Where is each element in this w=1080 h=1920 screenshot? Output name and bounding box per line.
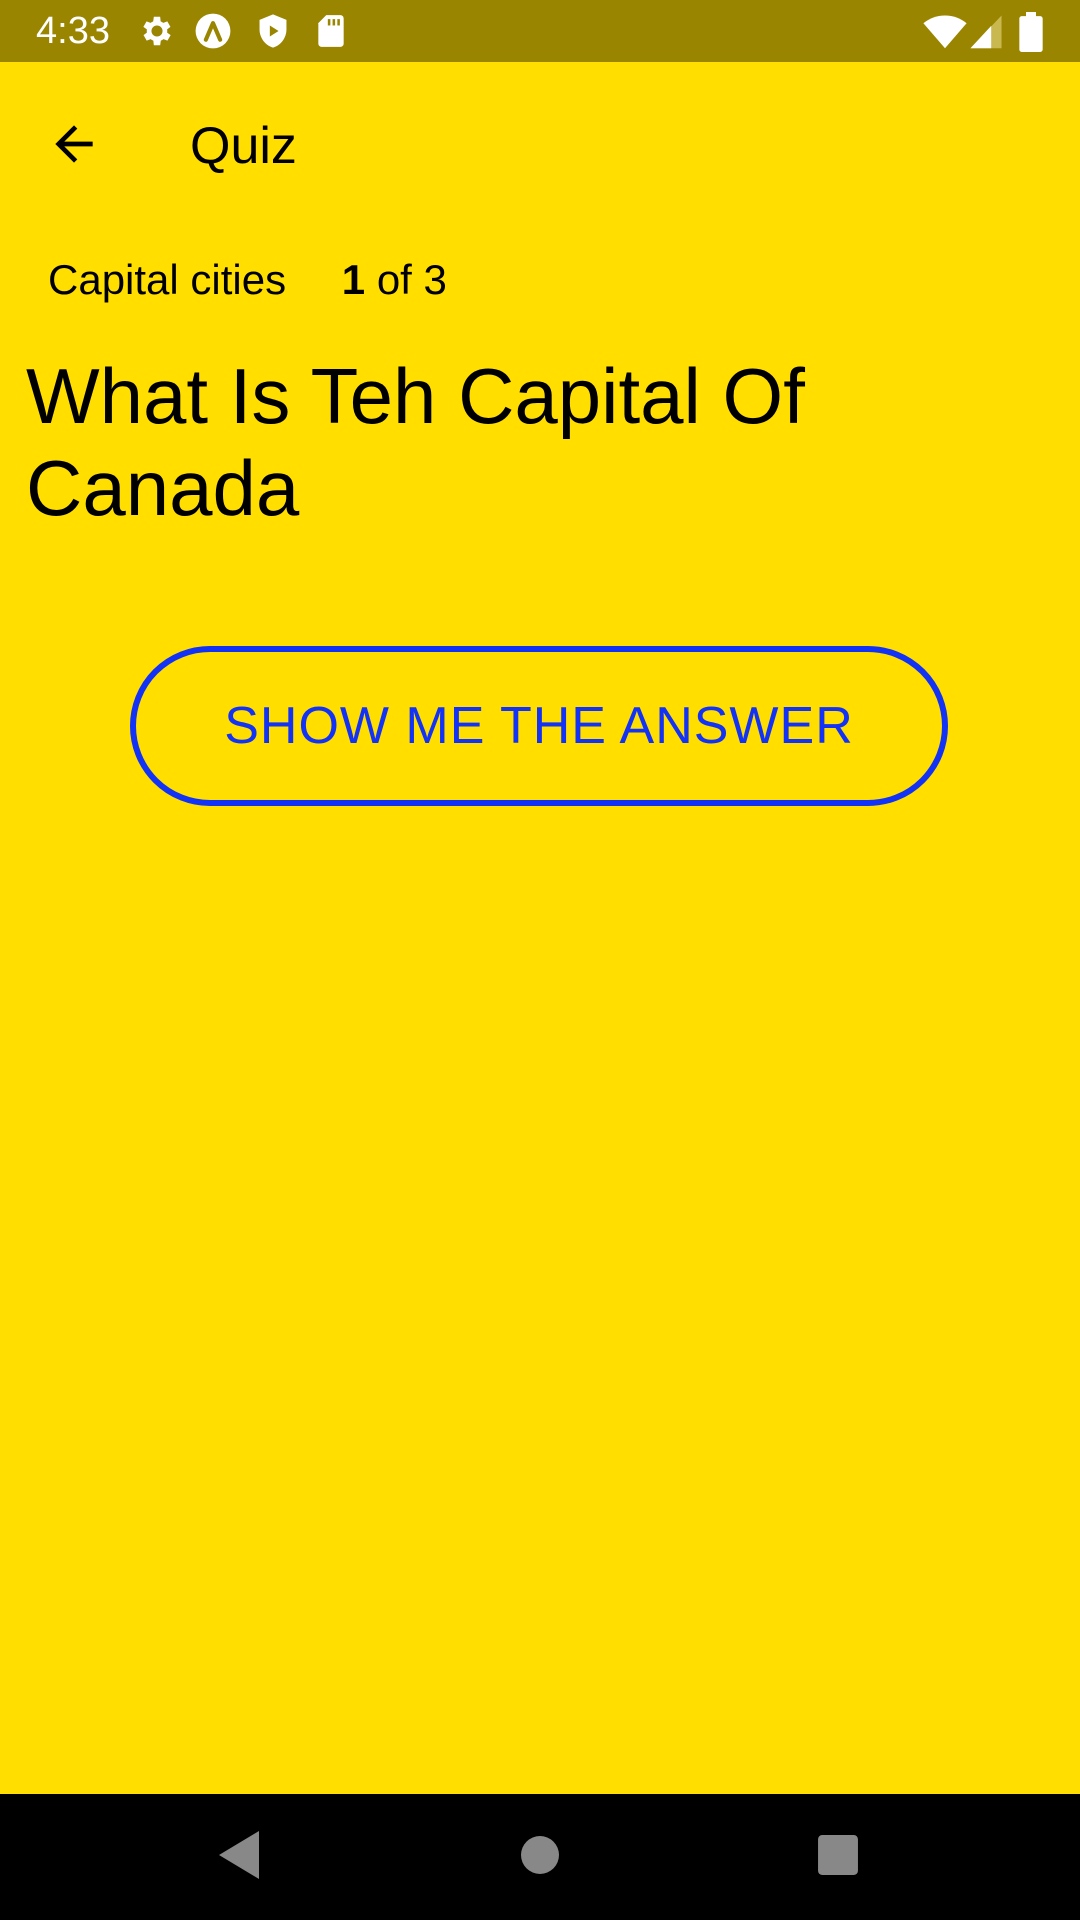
nav-back-icon bbox=[215, 1829, 263, 1886]
page-title: Quiz bbox=[190, 117, 297, 175]
battery-icon bbox=[1016, 12, 1046, 53]
nav-recents-icon bbox=[817, 1834, 859, 1881]
system-nav-bar bbox=[0, 1794, 1080, 1920]
question-number: 1 bbox=[341, 256, 366, 303]
back-button[interactable] bbox=[30, 102, 118, 190]
status-time: 4:33 bbox=[36, 10, 110, 52]
app-bar: Quiz bbox=[0, 62, 1080, 212]
category-label: Capital cities bbox=[48, 256, 287, 303]
question-total: of 3 bbox=[376, 256, 447, 303]
question-text: What Is Teh Capital Of Canada bbox=[26, 352, 805, 532]
show-answer-button[interactable]: SHOW ME THE ANSWER bbox=[130, 646, 948, 806]
nav-recents-button[interactable] bbox=[802, 1821, 874, 1893]
nav-home-icon bbox=[520, 1835, 560, 1880]
arrow-back-icon bbox=[46, 116, 102, 177]
quiz-meta: Capital cities 1 of 3 bbox=[48, 250, 447, 310]
nav-home-button[interactable] bbox=[504, 1821, 576, 1893]
wifi-icon bbox=[922, 12, 968, 50]
sd-card-icon bbox=[312, 12, 350, 50]
settings-icon bbox=[138, 12, 176, 50]
nav-back-button[interactable] bbox=[203, 1821, 275, 1893]
status-bar: 4:33 bbox=[0, 0, 1080, 62]
cellular-signal-icon bbox=[968, 12, 1004, 50]
accessibility-lambda-icon bbox=[194, 12, 232, 50]
shield-icon bbox=[254, 12, 292, 50]
